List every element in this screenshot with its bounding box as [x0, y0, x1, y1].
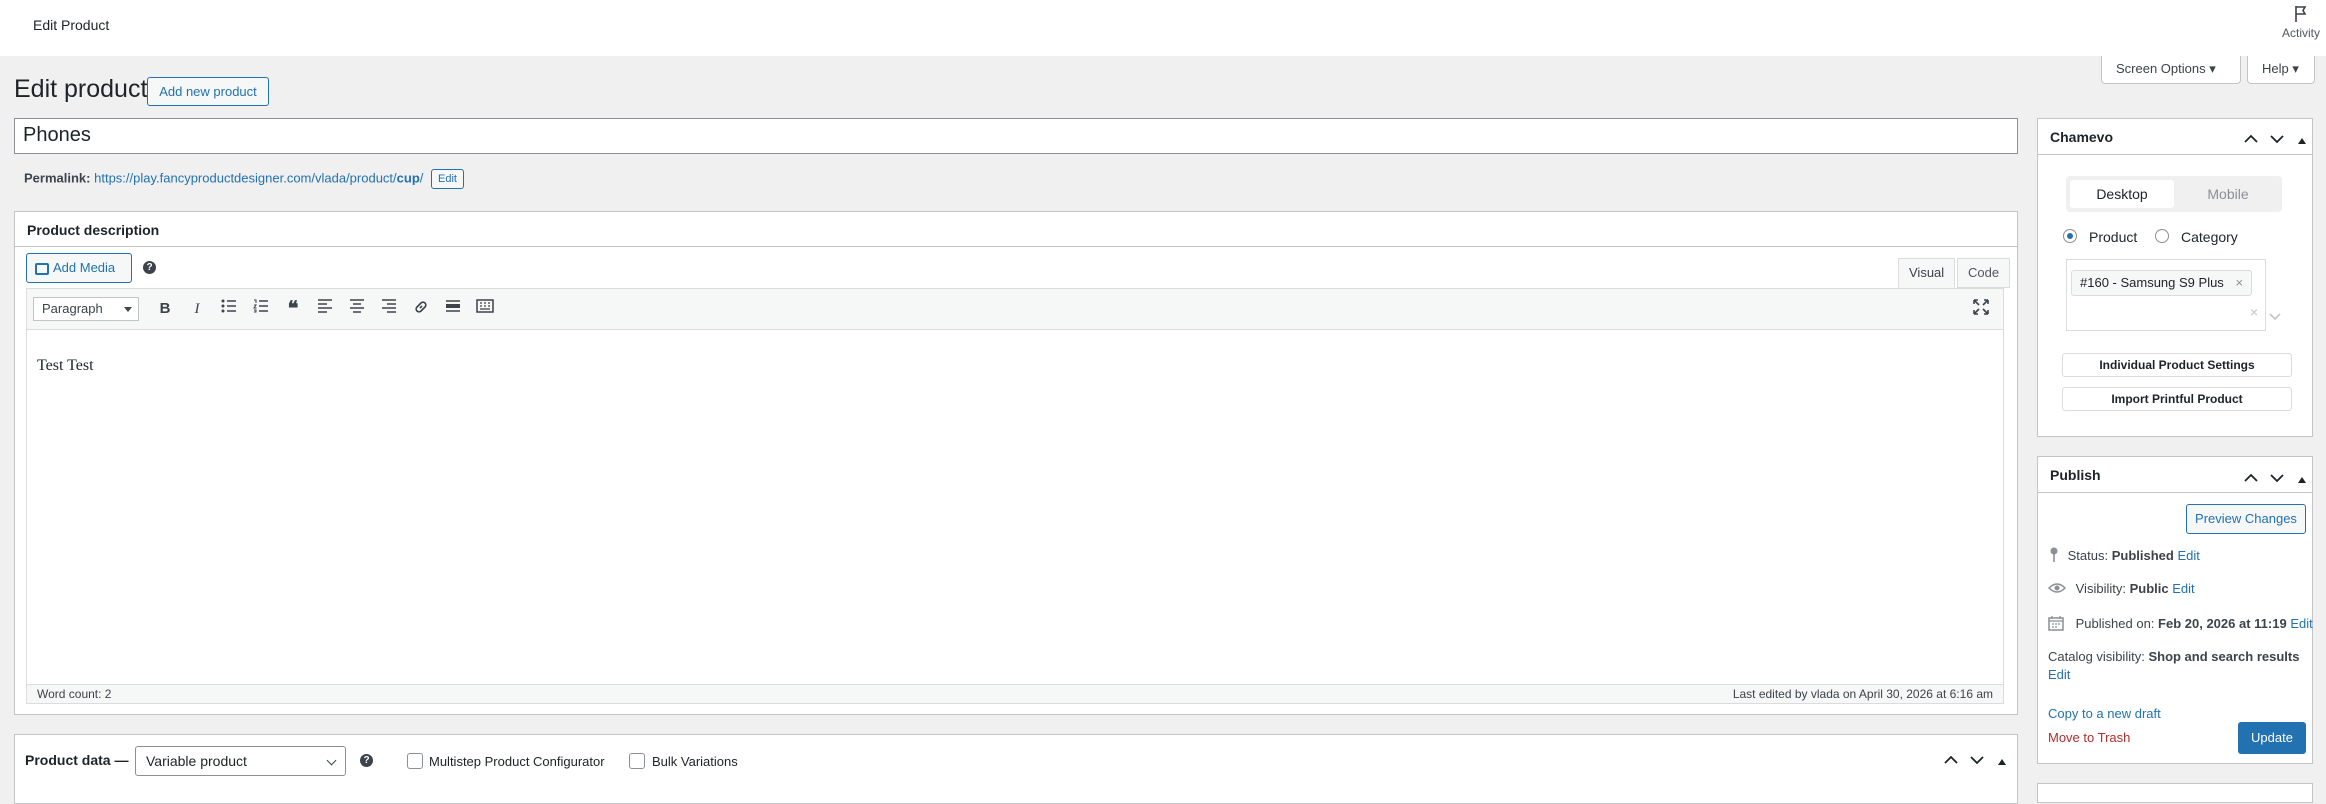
toolbar-toggle-icon[interactable]: [475, 299, 495, 319]
product-data-down-icon[interactable]: [1970, 752, 1984, 768]
catalog-visibility-row: Catalog visibility: Shop and search resu…: [2048, 649, 2299, 664]
flag-icon: [2295, 6, 2307, 22]
format-select[interactable]: Paragraph: [33, 297, 139, 321]
align-center-icon[interactable]: [347, 299, 367, 319]
catalog-value: Shop and search results: [2148, 649, 2300, 664]
activity-label: Activity: [2281, 26, 2320, 40]
device-segmented-control: Desktop Mobile: [2066, 176, 2282, 212]
status-row: Status: Published Edit: [2048, 547, 2200, 566]
permalink-row: Permalink: https://play.fancyproductdesi…: [24, 169, 464, 189]
tab-visual[interactable]: Visual: [1898, 258, 1956, 288]
status-value: Published: [2111, 547, 2174, 563]
product-type-help-icon[interactable]: ?: [360, 754, 373, 767]
visibility-edit-link[interactable]: Edit: [2172, 581, 2194, 596]
permalink-slug: cup: [396, 170, 420, 186]
add-media-button[interactable]: Add Media: [26, 253, 132, 283]
move-to-trash-link[interactable]: Move to Trash: [2048, 730, 2130, 745]
multistep-checkbox[interactable]: [407, 753, 423, 769]
link-icon[interactable]: [411, 299, 431, 319]
tab-code[interactable]: Code: [1957, 258, 2011, 288]
seg-mobile[interactable]: Mobile: [2178, 180, 2278, 208]
product-tag-select[interactable]: #160 - Samsung S9 Plus × ×: [2066, 259, 2281, 331]
chamevo-up-icon[interactable]: [2244, 131, 2258, 147]
top-bar-title: Edit Product: [33, 17, 110, 33]
product-type-select[interactable]: Variable product: [135, 746, 346, 776]
product-data-up-icon[interactable]: [1944, 752, 1958, 768]
permalink-edit-button[interactable]: Edit: [431, 169, 464, 189]
product-data-toggle-icon[interactable]: [1997, 753, 2007, 769]
fullscreen-icon[interactable]: [1971, 299, 1991, 319]
editor: Paragraph B I ❝ Test Test: [26, 288, 2004, 703]
bullet-list-icon[interactable]: [219, 299, 239, 319]
radio-category-label: Category: [2181, 229, 2238, 245]
last-edited: Last edited by vlada on April 30, 2026 a…: [1732, 687, 1993, 701]
bulk-variations-label: Bulk Variations: [652, 754, 738, 769]
product-description-title: Product description: [15, 212, 2017, 247]
radio-product-label: Product: [2089, 229, 2138, 245]
media-icon: [35, 262, 49, 275]
chip-label: #160 - Samsung S9 Plus: [2080, 275, 2224, 290]
visibility-label: Visibility:: [2075, 581, 2126, 596]
chamevo-toggle-icon[interactable]: [2297, 132, 2307, 148]
status-label: Status:: [2067, 547, 2109, 563]
bold-icon[interactable]: B: [155, 299, 175, 319]
product-data-label: Product data —: [25, 752, 129, 768]
published-label: Published on:: [2075, 615, 2155, 631]
publish-toggle-icon[interactable]: [2297, 471, 2307, 487]
visibility-value: Public: [2129, 581, 2169, 596]
clear-icon[interactable]: ×: [2250, 304, 2258, 320]
align-left-icon[interactable]: [315, 299, 335, 319]
dropdown-chevron-icon[interactable]: [2269, 308, 2281, 326]
calendar-icon: [2048, 615, 2072, 634]
selected-product-chip: #160 - Samsung S9 Plus ×: [2071, 270, 2253, 296]
pin-icon: [2048, 547, 2064, 566]
add-media-label: Add Media: [53, 260, 116, 275]
chip-remove-icon[interactable]: ×: [2235, 275, 2243, 290]
add-new-product-button[interactable]: Add new product: [147, 77, 269, 106]
next-sidebar-panel: [2037, 783, 2313, 803]
multistep-label: Multistep Product Configurator: [429, 754, 605, 769]
product-title-input[interactable]: Phones: [14, 118, 2018, 154]
editor-content[interactable]: Test Test: [37, 357, 94, 375]
published-edit-link[interactable]: Edit: [2290, 616, 2312, 631]
radio-product[interactable]: [2063, 229, 2077, 243]
help-button[interactable]: Help ▾: [2247, 56, 2315, 84]
align-right-icon[interactable]: [379, 299, 399, 319]
publish-up-icon[interactable]: [2244, 470, 2258, 486]
help-icon[interactable]: ?: [143, 261, 156, 274]
preview-changes-button[interactable]: Preview Changes: [2186, 504, 2306, 534]
word-count: Word count: 2: [37, 687, 112, 701]
permalink-url-prefix: https://play.fancyproductdesigner.com/vl…: [94, 170, 397, 186]
screen-options-button[interactable]: Screen Options ▾: [2101, 56, 2241, 84]
radio-category[interactable]: [2155, 229, 2169, 243]
copy-to-draft-link[interactable]: Copy to a new draft: [2048, 706, 2161, 721]
update-button[interactable]: Update: [2238, 722, 2306, 754]
read-more-icon[interactable]: [443, 299, 463, 319]
top-bar: Edit Product Activity: [0, 0, 2326, 56]
published-value: Feb 20, 2026 at 11:19: [2158, 615, 2287, 631]
individual-product-settings-button[interactable]: Individual Product Settings: [2062, 353, 2292, 377]
publish-down-icon[interactable]: [2270, 470, 2284, 486]
status-edit-link[interactable]: Edit: [2177, 548, 2199, 563]
catalog-label: Catalog visibility:: [2048, 649, 2145, 664]
import-printful-product-button[interactable]: Import Printful Product: [2062, 387, 2292, 411]
numbered-list-icon[interactable]: [251, 299, 271, 319]
catalog-edit-link[interactable]: Edit: [2048, 667, 2070, 682]
permalink-url-suffix: /: [419, 170, 424, 186]
seg-desktop[interactable]: Desktop: [2070, 180, 2174, 208]
editor-toolbar: Paragraph B I ❝: [27, 289, 2003, 330]
activity-button[interactable]: Activity: [2276, 4, 2326, 40]
editor-status-bar: Word count: 2 Last edited by vlada on Ap…: [26, 684, 2004, 704]
visibility-row: Visibility: Public Edit: [2047, 581, 2195, 597]
blockquote-icon[interactable]: ❝: [283, 299, 303, 319]
italic-icon[interactable]: I: [187, 299, 207, 319]
eye-icon: [2047, 582, 2072, 597]
permalink-link[interactable]: https://play.fancyproductdesigner.com/vl…: [94, 170, 423, 185]
chamevo-down-icon[interactable]: [2270, 131, 2284, 147]
bulk-variations-checkbox[interactable]: [629, 753, 645, 769]
published-on-row: Published on: Feb 20, 2026 at 11:19 Edit: [2048, 615, 2313, 634]
page-title: Edit product: [14, 75, 148, 103]
permalink-label: Permalink:: [24, 170, 91, 186]
